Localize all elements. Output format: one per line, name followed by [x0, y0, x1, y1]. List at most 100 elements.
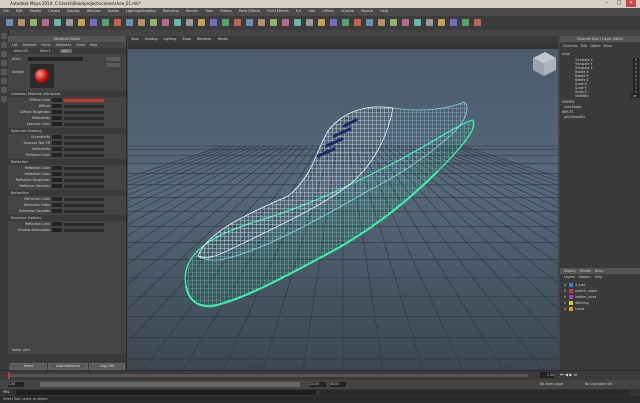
shelf-tool-icon[interactable]	[6, 19, 13, 26]
shelf-tool-icon[interactable]	[114, 19, 121, 26]
attr-slider[interactable]	[64, 166, 104, 170]
focus-button[interactable]	[106, 57, 120, 61]
menu-item[interactable]: Toon	[205, 9, 213, 13]
shelf-tool-icon[interactable]	[246, 19, 253, 26]
select-button[interactable]: Select	[10, 363, 47, 370]
visibility-icon[interactable]: V	[564, 307, 566, 311]
shelf-tool-icon[interactable]	[306, 19, 313, 26]
shelf-tool-icon[interactable]	[90, 19, 97, 26]
shelf-tool-icon[interactable]	[186, 19, 193, 26]
attr-slider[interactable]	[64, 228, 104, 232]
attr-value-field[interactable]	[52, 104, 62, 108]
shelf-tool-icon[interactable]	[126, 19, 133, 26]
attr-value-field[interactable]	[52, 228, 62, 232]
attr-value-field[interactable]	[52, 122, 62, 126]
shelf-tool-icon[interactable]	[330, 19, 337, 26]
shelf-tool-icon[interactable]	[414, 19, 421, 26]
shelf-tool-icon[interactable]	[354, 19, 361, 26]
attr-slider[interactable]	[64, 184, 104, 188]
presets-button[interactable]	[106, 63, 120, 67]
layout-single-icon[interactable]	[1, 87, 7, 93]
layer-color-swatch[interactable]	[569, 301, 574, 305]
attr-value-field[interactable]	[52, 166, 62, 170]
shelf-tool-icon[interactable]	[258, 19, 265, 26]
visibility-icon[interactable]: V	[564, 289, 566, 293]
menu-item[interactable]: Render	[186, 9, 198, 13]
menu-item[interactable]: Create	[48, 9, 60, 13]
attr-slider[interactable]	[64, 197, 104, 201]
menu-item[interactable]: Modify	[30, 9, 42, 13]
input-name[interactable]: polySmooth1	[564, 115, 585, 119]
attr-value-field[interactable]	[52, 203, 62, 207]
attr-slider[interactable]	[64, 116, 104, 120]
attr-value-field[interactable]	[52, 147, 62, 151]
layer-tab[interactable]: Display	[564, 269, 576, 273]
menu-item[interactable]: Edit	[16, 9, 23, 13]
menu-item[interactable]: nMesh	[322, 9, 333, 13]
layer-menu-item[interactable]: Help	[595, 275, 602, 279]
attr-slider[interactable]	[64, 209, 104, 213]
material-name-field[interactable]	[28, 57, 83, 61]
range-bar[interactable]	[40, 382, 300, 387]
shelf-tool-icon[interactable]	[222, 19, 229, 26]
shelf-tool-icon[interactable]	[210, 19, 217, 26]
shelf-tool-icon[interactable]	[294, 19, 301, 26]
attr-slider[interactable]	[64, 110, 104, 114]
move-tool-icon[interactable]	[1, 60, 7, 66]
range-slider[interactable]: 1.00 24.00 48.00 No Anim Layer No Charac…	[0, 380, 640, 389]
shelf-tool-icon[interactable]	[318, 19, 325, 26]
shelf-tool-icon[interactable]	[366, 19, 373, 26]
attr-value-field[interactable]	[52, 184, 62, 188]
channel-menu-item[interactable]: Edit	[581, 44, 587, 48]
viewport-menu-item[interactable]: Shading	[145, 37, 158, 41]
shelf-tool-icon[interactable]	[426, 19, 433, 26]
channel-menu-item[interactable]: Show	[603, 44, 612, 48]
channel-row[interactable]: Visibility on	[575, 94, 639, 98]
menu-item[interactable]: Muscle	[361, 9, 373, 13]
close-button[interactable]: ✕	[626, 0, 636, 7]
node-tab[interactable]: pbr1	[60, 49, 72, 53]
attr-value-field[interactable]	[52, 197, 62, 201]
attr-slider[interactable]	[64, 147, 104, 151]
menu-item[interactable]: Lighting/Shading	[126, 9, 156, 13]
attr-value-field[interactable]	[52, 135, 62, 139]
viewport-menu-item[interactable]: View	[131, 37, 139, 41]
viewport-menu-item[interactable]: Renderer	[197, 37, 212, 41]
shelf-tool-icon[interactable]	[198, 19, 205, 26]
range-max-field[interactable]: 48.00	[330, 382, 346, 387]
layer-color-swatch[interactable]	[569, 283, 574, 287]
viewport-canvas[interactable]	[128, 36, 558, 370]
range-start-field[interactable]: 1.00	[8, 382, 24, 387]
menu-item[interactable]: nCache	[341, 9, 354, 13]
shelf-tool-icon[interactable]	[42, 19, 49, 26]
shelf-tool-icon[interactable]	[342, 19, 349, 26]
shelf-tool-icon[interactable]	[450, 19, 457, 26]
rotate-tool-icon[interactable]	[1, 69, 7, 75]
lasso-tool-icon[interactable]	[1, 42, 7, 48]
viewport-menu-item[interactable]: Panels	[218, 37, 228, 41]
menu-item[interactable]: Window	[87, 9, 101, 13]
layer-menu-item[interactable]: Layers	[564, 275, 575, 279]
minimize-button[interactable]: –	[602, 0, 612, 7]
node-tab[interactable]: blinn1SG	[12, 49, 30, 53]
viewport-3d[interactable]	[128, 36, 558, 370]
command-input[interactable]	[16, 390, 316, 395]
command-language-label[interactable]: MEL	[3, 390, 10, 394]
shelf-tool-icon[interactable]	[474, 19, 481, 26]
shelf-tool-icon[interactable]	[162, 19, 169, 26]
channel-menu-item[interactable]: Object	[590, 44, 600, 48]
shelf-tool-icon[interactable]	[54, 19, 61, 26]
attr-slider[interactable]	[64, 172, 104, 176]
attr-menu-item[interactable]: Selected	[23, 43, 37, 47]
attr-value-field[interactable]	[52, 222, 62, 226]
menu-item[interactable]: File	[3, 9, 9, 13]
menu-item[interactable]: Fur	[296, 9, 301, 13]
attr-slider[interactable]	[64, 135, 104, 139]
attr-menu-item[interactable]: Focus	[41, 43, 50, 47]
attr-value-field[interactable]	[52, 209, 62, 213]
shelf-tool-icon[interactable]	[282, 19, 289, 26]
shelf-tool-icon[interactable]	[234, 19, 241, 26]
range-end-field[interactable]: 24.00	[310, 382, 326, 387]
viewport-menu-item[interactable]: Show	[182, 37, 191, 41]
layer-tab[interactable]: Anim	[595, 269, 603, 273]
